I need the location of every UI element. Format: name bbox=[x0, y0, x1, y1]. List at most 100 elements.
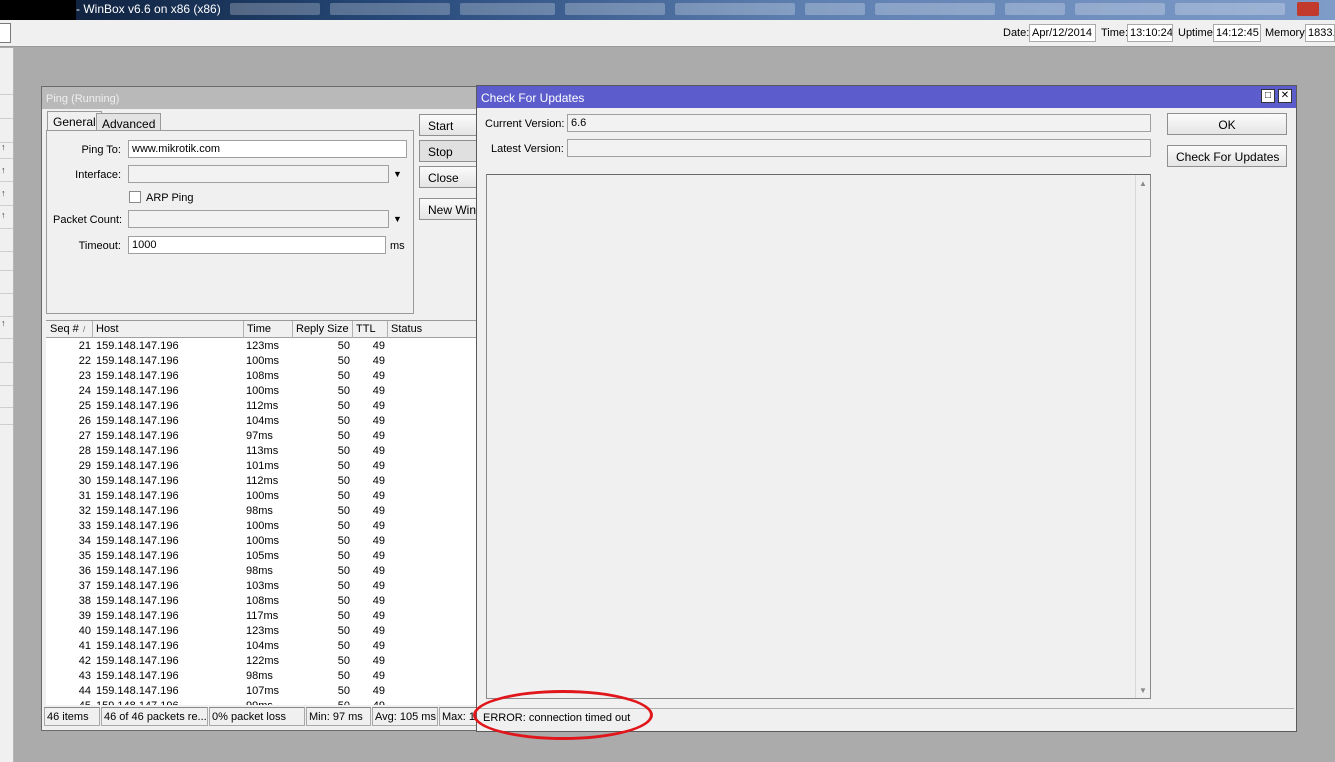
table-row[interactable]: 26 159.148.147.196 104ms 50 49 bbox=[46, 414, 482, 429]
table-row[interactable]: 35 159.148.147.196 105ms 50 49 bbox=[46, 549, 482, 564]
cell-host: 159.148.147.196 bbox=[96, 655, 179, 667]
vertical-scrollbar[interactable]: ▲ ▼ bbox=[1135, 175, 1150, 698]
cell-seq: 33 bbox=[78, 520, 91, 532]
cell-host: 159.148.147.196 bbox=[96, 490, 179, 502]
window-close-button[interactable] bbox=[1297, 2, 1319, 16]
col-status[interactable]: Status bbox=[391, 323, 422, 335]
cell-time: 98ms bbox=[246, 565, 273, 577]
cell-ttl: 49 bbox=[372, 370, 385, 382]
cell-time: 113ms bbox=[246, 445, 279, 457]
cell-seq: 27 bbox=[78, 430, 91, 442]
table-row[interactable]: 33 159.148.147.196 100ms 50 49 bbox=[46, 519, 482, 534]
table-row[interactable]: 24 159.148.147.196 100ms 50 49 bbox=[46, 384, 482, 399]
cell-host: 159.148.147.196 bbox=[96, 640, 179, 652]
cell-ttl: 49 bbox=[372, 535, 385, 547]
close-icon[interactable]: ✕ bbox=[1278, 89, 1292, 103]
cfu-window-title: Check For Updates □ ✕ bbox=[477, 86, 1296, 108]
table-row[interactable]: 30 159.148.147.196 112ms 50 49 bbox=[46, 474, 482, 489]
cell-time: 105ms bbox=[246, 550, 280, 562]
submenu-arrow-icon[interactable]: ↑ bbox=[1, 188, 6, 198]
cell-seq: 29 bbox=[78, 460, 91, 472]
table-row[interactable]: 28 159.148.147.196 113ms 50 49 bbox=[46, 444, 482, 459]
cell-seq: 30 bbox=[78, 475, 91, 487]
cell-host: 159.148.147.196 bbox=[96, 385, 179, 397]
cell-time: 123ms bbox=[246, 340, 280, 352]
cell-seq: 22 bbox=[78, 355, 91, 367]
general-panel: Ping To: www.mikrotik.com Interface: ▼ A… bbox=[46, 130, 414, 314]
ok-button[interactable]: OK bbox=[1167, 113, 1287, 135]
uptime-label: Uptime: bbox=[1178, 27, 1216, 39]
col-ttl[interactable]: TTL bbox=[356, 323, 376, 335]
table-row[interactable]: 38 159.148.147.196 108ms 50 49 bbox=[46, 594, 482, 609]
table-row[interactable]: 43 159.148.147.196 98ms 50 49 bbox=[46, 669, 482, 684]
time-value: 13:10:24 bbox=[1127, 24, 1173, 42]
check-for-updates-button[interactable]: Check For Updates bbox=[1167, 145, 1287, 167]
timeout-label: Timeout: bbox=[78, 240, 121, 252]
col-reply-size[interactable]: Reply Size bbox=[296, 323, 349, 335]
cell-time: 99ms bbox=[246, 700, 291, 705]
annotation-circle bbox=[473, 690, 653, 740]
table-row[interactable]: 29 159.148.147.196 101ms 50 49 bbox=[46, 459, 482, 474]
submenu-arrow-icon[interactable]: ↑ bbox=[1, 142, 6, 152]
taskbar-item bbox=[805, 3, 865, 15]
changelog-area[interactable]: ▲ ▼ bbox=[486, 174, 1151, 699]
side-menu: ↑ ↑ ↑ ↑ ↑ bbox=[0, 48, 14, 762]
cell-seq: 37 bbox=[78, 580, 91, 592]
chevron-down-icon[interactable]: ▼ bbox=[393, 214, 402, 224]
cell-ttl: 49 bbox=[372, 595, 385, 607]
table-row[interactable]: 34 159.148.147.196 100ms 50 49 bbox=[46, 534, 482, 549]
ping-to-input[interactable]: www.mikrotik.com bbox=[128, 140, 407, 158]
col-time[interactable]: Time bbox=[247, 323, 271, 335]
cell-host: 159.148.147.196 bbox=[96, 400, 179, 412]
ping-window: Ping (Running) General Advanced Ping To:… bbox=[41, 86, 482, 731]
submenu-arrow-icon[interactable]: ↑ bbox=[1, 210, 6, 220]
cell-time: 104ms bbox=[246, 640, 280, 652]
table-row[interactable]: 40 159.148.147.196 123ms 50 49 bbox=[46, 624, 482, 639]
cell-host: 159.148.147.196 bbox=[96, 505, 179, 517]
submenu-arrow-icon[interactable]: ↑ bbox=[1, 318, 6, 328]
table-row[interactable]: 31 159.148.147.196 100ms 50 49 bbox=[46, 489, 482, 504]
taskbar-item bbox=[875, 3, 995, 15]
start-button[interactable]: Start bbox=[419, 114, 479, 136]
table-row[interactable]: 21 159.148.147.196 123ms 50 49 bbox=[46, 339, 482, 354]
cell-ttl: 49 bbox=[372, 505, 385, 517]
table-row[interactable]: 23 159.148.147.196 108ms 50 49 bbox=[46, 369, 482, 384]
table-row[interactable]: 27 159.148.147.196 97ms 50 49 bbox=[46, 429, 482, 444]
table-row[interactable]: 22 159.148.147.196 100ms 50 49 bbox=[46, 354, 482, 369]
tab-general[interactable]: General bbox=[47, 111, 102, 131]
table-row[interactable]: 44 159.148.147.196 107ms 50 49 bbox=[46, 684, 482, 699]
cell-ttl: 49 bbox=[372, 490, 385, 502]
cell-time: 112ms bbox=[246, 475, 279, 487]
table-row[interactable]: 37 159.148.147.196 103ms 50 49 bbox=[46, 579, 482, 594]
submenu-arrow-icon[interactable]: ↑ bbox=[1, 165, 6, 175]
table-row[interactable]: 39 159.148.147.196 117ms 50 49 bbox=[46, 609, 482, 624]
table-row[interactable]: 25 159.148.147.196 112ms 50 49 bbox=[46, 399, 482, 414]
packet-count-select[interactable] bbox=[128, 210, 389, 228]
col-seq[interactable]: Seq # bbox=[50, 323, 79, 335]
close-button[interactable]: Close bbox=[419, 166, 479, 188]
tab-advanced[interactable]: Advanced bbox=[96, 113, 162, 131]
table-row[interactable]: 42 159.148.147.196 122ms 50 49 bbox=[46, 654, 482, 669]
cell-time: 107ms bbox=[246, 685, 280, 697]
taskbar-item bbox=[1075, 3, 1165, 15]
cell-ttl: 49 bbox=[372, 565, 385, 577]
toolbar-button[interactable] bbox=[0, 23, 11, 43]
cell-reply-size: 50 bbox=[337, 685, 350, 697]
new-window-button[interactable]: New Window bbox=[419, 198, 479, 220]
stop-button[interactable]: Stop bbox=[419, 140, 479, 162]
table-row[interactable]: 36 159.148.147.196 98ms 50 49 bbox=[46, 564, 482, 579]
col-host[interactable]: Host bbox=[96, 323, 119, 335]
cell-reply-size: 50 bbox=[337, 655, 350, 667]
chevron-down-icon[interactable]: ▼ bbox=[393, 169, 402, 179]
table-row[interactable]: 45 159.148.147.196 99ms 50 49 bbox=[46, 699, 482, 705]
cell-reply-size: 50 bbox=[337, 520, 350, 532]
arp-ping-checkbox[interactable] bbox=[129, 191, 141, 203]
cell-seq: 45 bbox=[46, 700, 91, 705]
interface-select[interactable] bbox=[128, 165, 389, 183]
table-row[interactable]: 41 159.148.147.196 104ms 50 49 bbox=[46, 639, 482, 654]
timeout-input[interactable]: 1000 bbox=[128, 236, 386, 254]
cell-reply-size: 50 bbox=[337, 490, 350, 502]
table-row[interactable]: 32 159.148.147.196 98ms 50 49 bbox=[46, 504, 482, 519]
cell-ttl: 49 bbox=[372, 580, 385, 592]
maximize-icon[interactable]: □ bbox=[1261, 89, 1275, 103]
